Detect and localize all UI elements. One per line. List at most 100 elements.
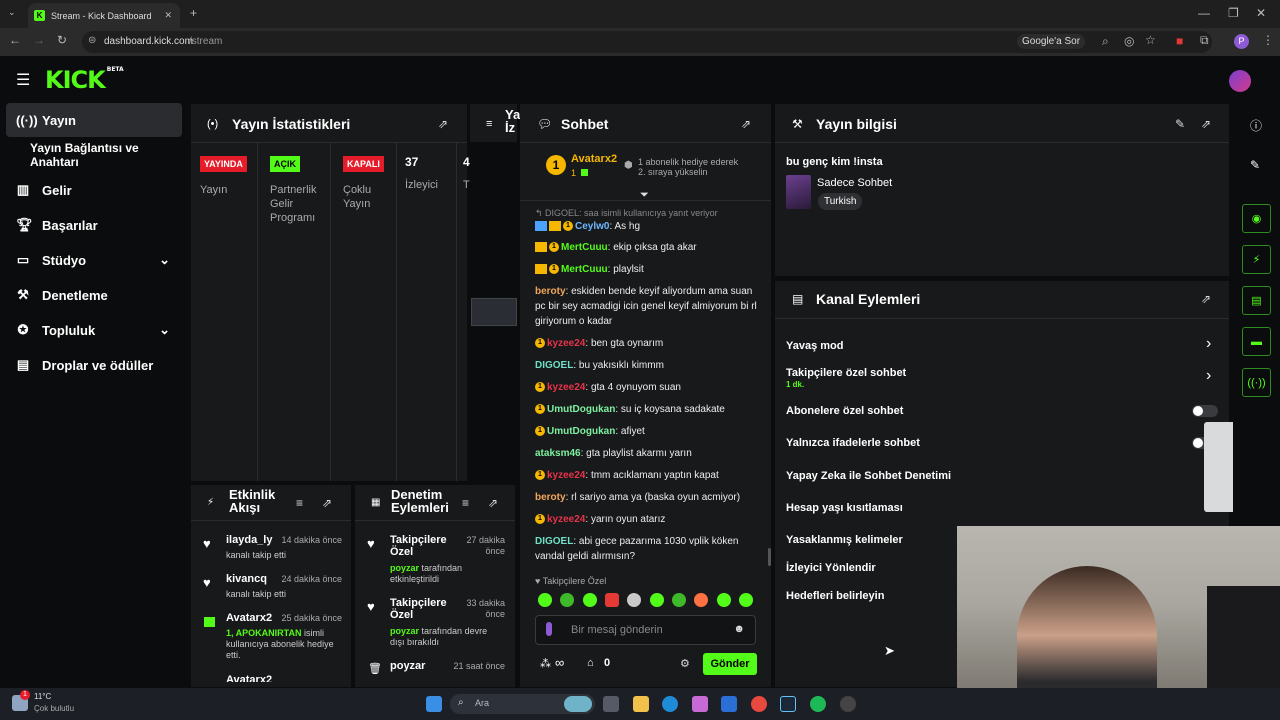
chat-message[interactable]: beroty: rl sariyo ama ya (baska oyun acm… [535, 490, 760, 505]
edit-pencil-icon[interactable]: ✎ [1175, 117, 1185, 131]
hamburger-menu-icon[interactable]: ☰ [16, 70, 30, 90]
activity-username[interactable]: ilayda_ly [226, 534, 272, 546]
app-icon[interactable] [721, 696, 737, 712]
sidebar-item-yayin[interactable]: ((·)) Yayın [6, 103, 182, 137]
popout-icon[interactable]: ⇗ [1201, 117, 1211, 131]
followers-only-row[interactable]: Takipçilere özel sohbet [786, 367, 906, 379]
popout-icon[interactable]: ⇗ [438, 117, 448, 131]
browser-tab[interactable]: K Stream - Kick Dashboard ✕ [28, 3, 180, 28]
profile-avatar[interactable]: P [1234, 34, 1249, 49]
back-icon[interactable]: ← [9, 33, 21, 47]
document-icon[interactable]: ▤ [1242, 286, 1271, 315]
sidebar-item-droplar[interactable]: ▤ Droplar ve ödüller [6, 348, 182, 382]
sidebar-item-stream-key[interactable]: Yayın Bağlantısı ve Anahtarı [20, 138, 190, 172]
chevron-right-icon[interactable]: › [1206, 335, 1211, 353]
activity-username[interactable]: Avatarx2 [226, 674, 272, 682]
edge-icon[interactable] [662, 696, 678, 712]
sidebar-item-topluluk[interactable]: ✪ Topluluk ⌄ [6, 313, 182, 347]
menu-dots-icon[interactable]: ⋮ [1262, 33, 1274, 47]
windows-start-icon[interactable] [426, 696, 442, 712]
extensions-puzzle-icon[interactable]: ⧉ [1200, 33, 1209, 48]
ai-moderation-row[interactable]: Yapay Zeka ile Sohbet Denetimi [786, 470, 951, 482]
raid-row[interactable]: İzleyici Yönlendir [786, 562, 876, 574]
sidebar-item-gelir[interactable]: ▥ Gelir [6, 173, 182, 207]
emote-icon[interactable] [672, 593, 686, 607]
site-info-icon[interactable]: ⊜ [88, 35, 96, 46]
spotify-icon[interactable] [810, 696, 826, 712]
mic-icon[interactable] [546, 622, 552, 636]
edit-pencil-icon[interactable]: ✎ [1250, 158, 1260, 172]
chat-scrollbar[interactable] [768, 548, 771, 566]
emote-icon[interactable] [650, 593, 664, 607]
chat-message[interactable]: DIGOEL: abi gece pazarıma 1030 vplik kök… [535, 534, 760, 564]
chat-icon[interactable]: ▬ [1242, 327, 1271, 356]
reload-icon[interactable]: ↻ [57, 33, 67, 47]
new-tab-icon[interactable]: + [190, 6, 197, 20]
app-icon[interactable] [840, 696, 856, 712]
sidebar-item-basarilar[interactable]: 🏆︎ Başarılar [6, 208, 182, 242]
popout-icon[interactable]: ⇗ [1201, 292, 1211, 306]
info-icon[interactable]: ⓘ [1250, 117, 1262, 134]
slow-mode-row[interactable]: Yavaş mod [786, 340, 843, 352]
chat-message[interactable]: 1 Ceylw0: As hg [535, 219, 760, 234]
sidebar-item-denetleme[interactable]: ⚒ Denetleme [6, 278, 182, 312]
chat-input[interactable]: Bir mesaj gönderin ☻ [535, 615, 756, 645]
emote-icon[interactable] [583, 593, 597, 607]
emote-icon[interactable] [605, 593, 619, 607]
chat-message[interactable]: 1 kyzee24: gta 4 oynuyom suan [535, 380, 760, 395]
emote-icon[interactable] [560, 593, 574, 607]
user-avatar[interactable] [1229, 70, 1251, 92]
stream-preview-thumbnail[interactable] [471, 298, 517, 326]
task-view-icon[interactable] [603, 696, 619, 712]
chrome-icon[interactable] [751, 696, 767, 712]
minimize-icon[interactable]: — [1198, 6, 1210, 20]
top-gifter-name[interactable]: Avatarx2 [571, 153, 617, 165]
emote-icon[interactable] [739, 593, 753, 607]
broadcast-icon[interactable]: ((·)) [1242, 368, 1271, 397]
maximize-icon[interactable]: ❐ [1228, 6, 1239, 20]
chat-message[interactable]: 1 MertCuuu: ekip çıksa gta akar [535, 240, 760, 255]
banned-words-row[interactable]: Yasaklanmış kelimeler [786, 534, 903, 546]
category-name[interactable]: Sadece Sohbet [817, 177, 892, 189]
close-tab-icon[interactable]: ✕ [164, 10, 172, 21]
camera-icon[interactable]: ◉ [1242, 204, 1271, 233]
popout-icon[interactable]: ⇗ [488, 496, 498, 510]
store-icon[interactable]: ⌂ [587, 657, 594, 669]
chat-message[interactable]: DIGOEL: bu yakısıklı kimmm [535, 358, 760, 373]
popout-icon[interactable]: ⇗ [741, 117, 751, 131]
lightning-icon[interactable]: ⚡︎ [1242, 245, 1271, 274]
chat-message[interactable]: ataksm46: gta playlist akarmı yarın [535, 446, 760, 461]
settings-gear-icon[interactable]: ⚙ [680, 657, 690, 670]
account-age-row[interactable]: Hesap yaşı kısıtlaması [786, 502, 903, 514]
forward-icon[interactable]: → [33, 33, 45, 47]
emoji-icon[interactable]: ☻ [733, 623, 745, 635]
steam-icon[interactable] [780, 696, 796, 712]
taskbar-search[interactable]: ⌕ Ara [450, 694, 595, 714]
chevron-right-icon[interactable]: › [1206, 367, 1211, 385]
activity-username[interactable]: kivancq [226, 573, 267, 585]
chat-message[interactable]: 1 kyzee24: ben gta oynarım [535, 336, 760, 351]
close-window-icon[interactable]: ✕ [1256, 6, 1266, 20]
chat-message[interactable]: 1 UmutDogukan: su iç koysana sadakate [535, 402, 760, 417]
goals-row[interactable]: Hedefleri belirleyin [786, 590, 884, 602]
emote-icon[interactable] [627, 593, 641, 607]
extension-icon[interactable]: ■ [1176, 34, 1183, 48]
chat-message[interactable]: 1 kyzee24: yarın oyun atarız [535, 512, 760, 527]
subscribers-only-toggle[interactable] [1192, 405, 1218, 417]
file-explorer-icon[interactable] [633, 696, 649, 712]
emote-icon[interactable] [538, 593, 552, 607]
chat-message[interactable]: 1 MertCuuu: playlsit [535, 262, 760, 277]
eye-off-icon[interactable]: ◎ [1124, 34, 1134, 48]
kick-logo[interactable]: KICK BETA [45, 66, 124, 94]
chat-message[interactable]: 1 UmutDogukan: afiyet [535, 424, 760, 439]
emote-icon[interactable] [694, 593, 708, 607]
popout-icon[interactable]: ⇗ [322, 496, 332, 510]
tab-search-icon[interactable]: ⌄ [8, 7, 16, 18]
star-icon[interactable]: ☆ [1145, 33, 1156, 47]
url-input[interactable]: ⊜ dashboard.kick.com /stream Google'a So… [82, 31, 1212, 53]
chat-message[interactable]: beroty: eskiden bende keyif aliyordum am… [535, 284, 760, 329]
zoom-icon[interactable]: ⌕ [1102, 34, 1109, 49]
send-button[interactable]: Gönder [703, 653, 757, 675]
filter-icon[interactable]: ≡ [296, 496, 303, 510]
emote-icon[interactable] [717, 593, 731, 607]
